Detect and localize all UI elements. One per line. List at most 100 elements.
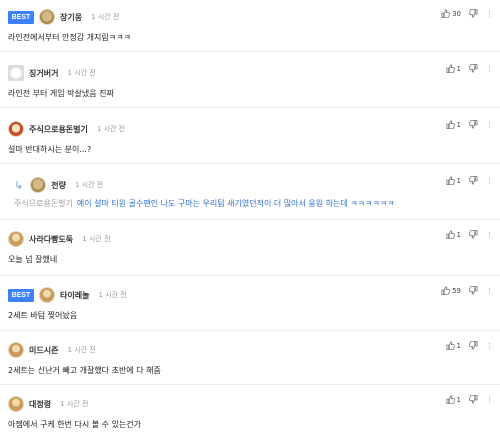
- like-button[interactable]: 1: [446, 230, 461, 239]
- avatar[interactable]: [8, 231, 24, 247]
- comment-item: BEST 타이레놀 1 시간 전 2세트 바텀 찢어놨음 59 ⋮: [0, 276, 500, 331]
- avatar[interactable]: [8, 342, 24, 358]
- comment-item: 주식으로용돈벌기 1 시간 전 설마 반대하시는 분이...? 1 ⋮: [0, 108, 500, 164]
- avatar[interactable]: [8, 121, 24, 137]
- nickname[interactable]: 타이레놀: [60, 290, 89, 301]
- thumbs-down-icon: [469, 286, 478, 295]
- comment-list: BEST 장기웅 1 시간 전 라인전에서부터 안정감 개지림ㅋㅋㅋ 30 ⋮ …: [0, 0, 500, 440]
- nickname[interactable]: 대정령: [29, 399, 51, 410]
- comment-item: 징거버거 1 시간 전 라인전 부터 게임 박살냈음 진짜 1 ⋮: [0, 52, 500, 108]
- dislike-button[interactable]: [469, 341, 478, 350]
- thumbs-up-icon: [441, 286, 450, 295]
- like-count: 1: [456, 64, 461, 73]
- comment-text: 2세트는 신난거 빼고 개잘했다 초반에 다 해줌: [8, 366, 161, 375]
- comment-actions: 30 ⋮: [441, 9, 493, 18]
- thumbs-up-icon: [446, 120, 455, 129]
- comment-actions: 1 ⋮: [446, 176, 493, 185]
- nickname[interactable]: 사라다빵도둑: [29, 234, 73, 245]
- avatar[interactable]: [39, 287, 55, 303]
- comment-text: 오늘 넘 잘했네: [8, 255, 58, 264]
- nickname[interactable]: 징거버거: [29, 68, 58, 79]
- timestamp: 1 시간 전: [67, 69, 96, 77]
- comment-text: 설마 반대하시는 분이...?: [8, 145, 92, 154]
- timestamp: 1 시간 전: [82, 235, 111, 243]
- dislike-button[interactable]: [469, 64, 478, 73]
- like-count: 1: [456, 341, 461, 350]
- comment-header: 사라다빵도둑 1 시간 전: [8, 230, 110, 248]
- comment-item: 사라다빵도둑 1 시간 전 오늘 넘 잘했네 1 ⋮: [0, 220, 500, 276]
- more-options-icon[interactable]: ⋮: [486, 121, 493, 129]
- comment-actions: 1 ⋮: [446, 230, 493, 239]
- like-button[interactable]: 30: [441, 9, 461, 18]
- nickname[interactable]: 미드시즌: [29, 345, 58, 356]
- nickname[interactable]: 장기웅: [60, 12, 82, 23]
- comment-item: 미드시즌 1 시간 전 2세트는 신난거 빼고 개잘했다 초반에 다 해줌 1 …: [0, 331, 500, 385]
- reply-text: 예이 설마 티원 골수팬인 나도 구마는 우리팀 새기였던적이 더 많아서 응원…: [76, 199, 395, 208]
- like-button[interactable]: 1: [446, 176, 461, 185]
- thumbs-up-icon: [446, 230, 455, 239]
- avatar[interactable]: [8, 396, 24, 412]
- like-button[interactable]: 59: [441, 286, 461, 295]
- more-options-icon[interactable]: ⋮: [486, 396, 493, 404]
- dislike-button[interactable]: [469, 176, 478, 185]
- comment-actions: 59 ⋮: [441, 286, 493, 295]
- timestamp: 1 시간 전: [98, 291, 127, 299]
- best-badge: BEST: [8, 10, 34, 24]
- thumbs-down-icon: [469, 341, 478, 350]
- thumbs-up-icon: [446, 395, 455, 404]
- like-button[interactable]: 1: [446, 120, 461, 129]
- comment-text: 라인전에서부터 안정감 개지림ㅋㅋㅋ: [8, 33, 131, 42]
- comment-header: ↳ 천량 1 시간 전: [14, 176, 103, 194]
- mention[interactable]: 주식으로용돈벌기: [14, 199, 73, 208]
- timestamp: 1 시간 전: [91, 13, 120, 21]
- like-count: 1: [456, 230, 461, 239]
- more-options-icon[interactable]: ⋮: [486, 231, 493, 239]
- more-options-icon[interactable]: ⋮: [486, 177, 493, 185]
- comment-text: 라인전 부터 게임 박살냈음 진짜: [8, 89, 114, 98]
- more-options-icon[interactable]: ⋮: [486, 287, 493, 295]
- comment-actions: 1 ⋮: [446, 341, 493, 350]
- dislike-button[interactable]: [469, 395, 478, 404]
- comment-header: 주식으로용돈벌기 1 시간 전: [8, 120, 125, 138]
- like-button[interactable]: 1: [446, 395, 461, 404]
- like-count: 30: [452, 9, 461, 18]
- comment-item: BEST 장기웅 1 시간 전 라인전에서부터 안정감 개지림ㅋㅋㅋ 30 ⋮: [0, 0, 500, 52]
- comment-header: BEST 장기웅 1 시간 전: [8, 8, 119, 26]
- like-count: 1: [456, 395, 461, 404]
- comment-actions: 1 ⋮: [446, 395, 493, 404]
- best-badge: BEST: [8, 288, 34, 302]
- thumbs-down-icon: [469, 120, 478, 129]
- dislike-button[interactable]: [469, 230, 478, 239]
- like-count: 1: [456, 176, 461, 185]
- thumbs-down-icon: [469, 395, 478, 404]
- like-button[interactable]: 1: [446, 341, 461, 350]
- comment-text: 2세트 바텀 찢어놨음: [8, 311, 78, 320]
- dislike-button[interactable]: [469, 286, 478, 295]
- dislike-button[interactable]: [469, 120, 478, 129]
- more-options-icon[interactable]: ⋮: [486, 10, 493, 18]
- comment-header: 미드시즌 1 시간 전: [8, 341, 96, 359]
- timestamp: 1 시간 전: [74, 181, 104, 189]
- thumbs-down-icon: [469, 9, 478, 18]
- comment-text: 주식으로용돈벌기 예이 설마 티원 골수팬인 나도 구마는 우리팀 새기였던적이 …: [14, 198, 394, 209]
- more-options-icon[interactable]: ⋮: [486, 65, 493, 73]
- avatar[interactable]: [30, 177, 47, 193]
- thumbs-down-icon: [469, 176, 478, 185]
- more-options-icon[interactable]: ⋮: [486, 342, 493, 350]
- timestamp: 1 시간 전: [67, 346, 96, 354]
- thumbs-down-icon: [469, 230, 478, 239]
- avatar[interactable]: [8, 65, 24, 81]
- reply-arrow-icon: ↳: [14, 178, 24, 192]
- thumbs-up-icon: [446, 341, 455, 350]
- thumbs-down-icon: [469, 64, 478, 73]
- reply-item: ↳ 천량 1 시간 전 주식으로용돈벌기 예이 설마 티원 골수팬인 나도 구마는…: [0, 164, 500, 220]
- comment-actions: 1 ⋮: [446, 120, 493, 129]
- nickname[interactable]: 주식으로용돈벌기: [29, 124, 88, 135]
- comment-header: 대정령 1 시간 전: [8, 395, 88, 413]
- nickname[interactable]: 천량: [51, 180, 66, 191]
- like-button[interactable]: 1: [446, 64, 461, 73]
- avatar[interactable]: [39, 9, 55, 25]
- thumbs-up-icon: [446, 176, 455, 185]
- comment-header: BEST 타이레놀 1 시간 전: [8, 286, 127, 304]
- dislike-button[interactable]: [469, 9, 478, 18]
